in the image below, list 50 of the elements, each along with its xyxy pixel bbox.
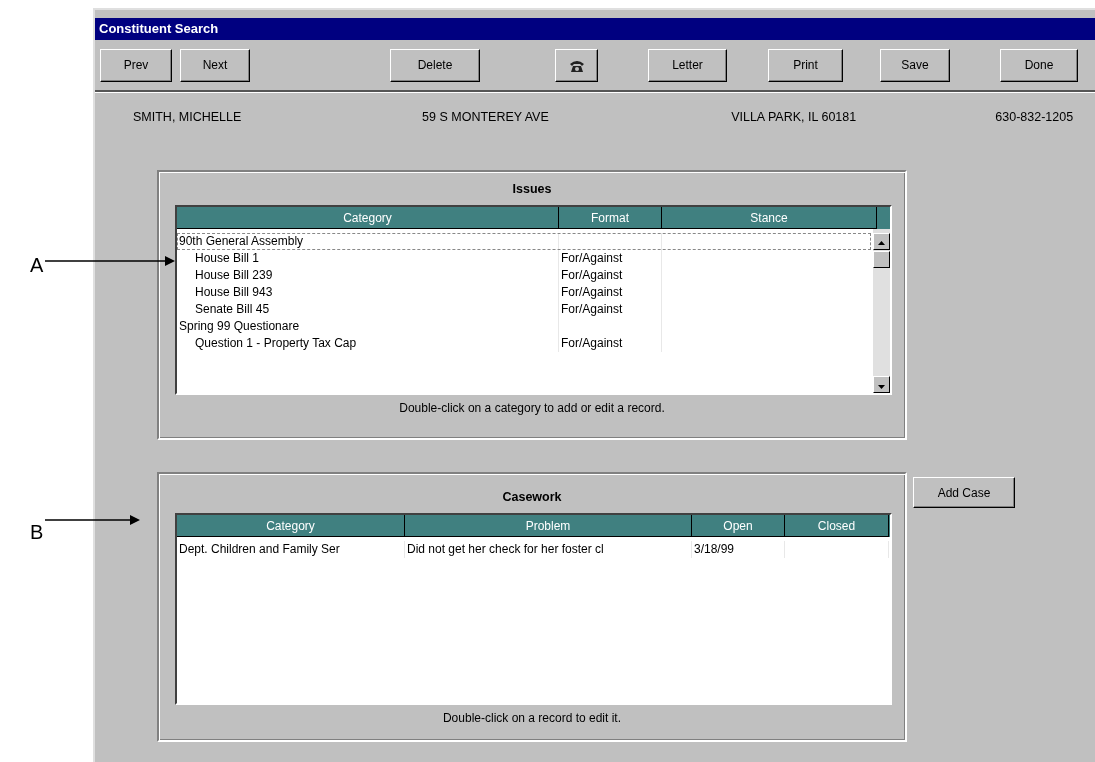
scroll-thumb[interactable] (873, 250, 890, 268)
hint-text: Double-click on a category to add or edit a record. (398, 399, 666, 417)
format-text: For/Against (561, 284, 623, 299)
format-text: For/Against (561, 250, 623, 265)
toolbar-button[interactable]: Prev (100, 48, 172, 82)
toolbar-button[interactable]: Save (880, 48, 950, 82)
group-title: Issues (511, 181, 553, 198)
category-text: House Bill 1 (195, 250, 260, 265)
toolbar-button[interactable]: Done (1000, 48, 1078, 82)
scroll-up-button[interactable] (873, 232, 890, 250)
list-row[interactable]: Dept. Children and Family Ser Did not get her check for her foster cl 3/18/99 (177, 540, 889, 558)
window-title: Constituent Search (95, 18, 1095, 40)
toolbar-button[interactable]: Delete (390, 48, 480, 82)
phone-button[interactable] (555, 48, 598, 82)
column-header[interactable]: Category (177, 514, 405, 537)
column-header[interactable]: Category (177, 206, 559, 229)
category-text: House Bill 943 (195, 284, 273, 299)
down-arrow-icon (878, 385, 885, 390)
constituent-name: SMITH, MICHELLE (133, 108, 243, 126)
column-header[interactable]: Open (692, 514, 785, 537)
toolbar-button[interactable]: Print (768, 48, 843, 82)
annotation-label: A (30, 253, 44, 278)
column-header[interactable]: Format (559, 206, 662, 229)
annotation-label: B (30, 520, 44, 545)
category-text: House Bill 239 (195, 267, 273, 282)
category-text: Senate Bill 45 (195, 301, 270, 316)
format-text: For/Against (561, 267, 623, 282)
cell-text: Did not get her check for her foster cl (407, 541, 604, 556)
phone-number: 630-832-1205 (995, 108, 1075, 126)
scroll-bar[interactable] (873, 228, 890, 393)
cell-text: 3/18/99 (694, 541, 735, 556)
category-text: 90th General Assembly (179, 233, 304, 248)
city-state-zip: VILLA PARK, IL 60181 (731, 108, 858, 126)
column-header[interactable]: Closed (785, 514, 889, 537)
column-header[interactable]: Stance (662, 206, 877, 229)
telephone-icon (568, 58, 585, 73)
column-header[interactable]: Problem (405, 514, 692, 537)
toolbar-button[interactable]: Letter (648, 48, 727, 82)
category-text: Spring 99 Questionare (179, 318, 300, 333)
format-text: For/Against (561, 335, 623, 350)
street-address: 59 S MONTEREY AVE (422, 108, 550, 126)
hint-text: Double-click on a record to edit it. (441, 709, 623, 727)
scroll-down-button[interactable] (873, 375, 890, 393)
category-text: Question 1 - Property Tax Cap (195, 335, 357, 350)
add-case-button[interactable]: Add Case (913, 477, 1015, 508)
group-title: Casework (501, 489, 563, 506)
toolbar-button[interactable]: Next (180, 48, 250, 82)
up-arrow-icon (878, 241, 885, 246)
cell-text: Dept. Children and Family Ser (179, 541, 340, 556)
format-text: For/Against (561, 301, 623, 316)
